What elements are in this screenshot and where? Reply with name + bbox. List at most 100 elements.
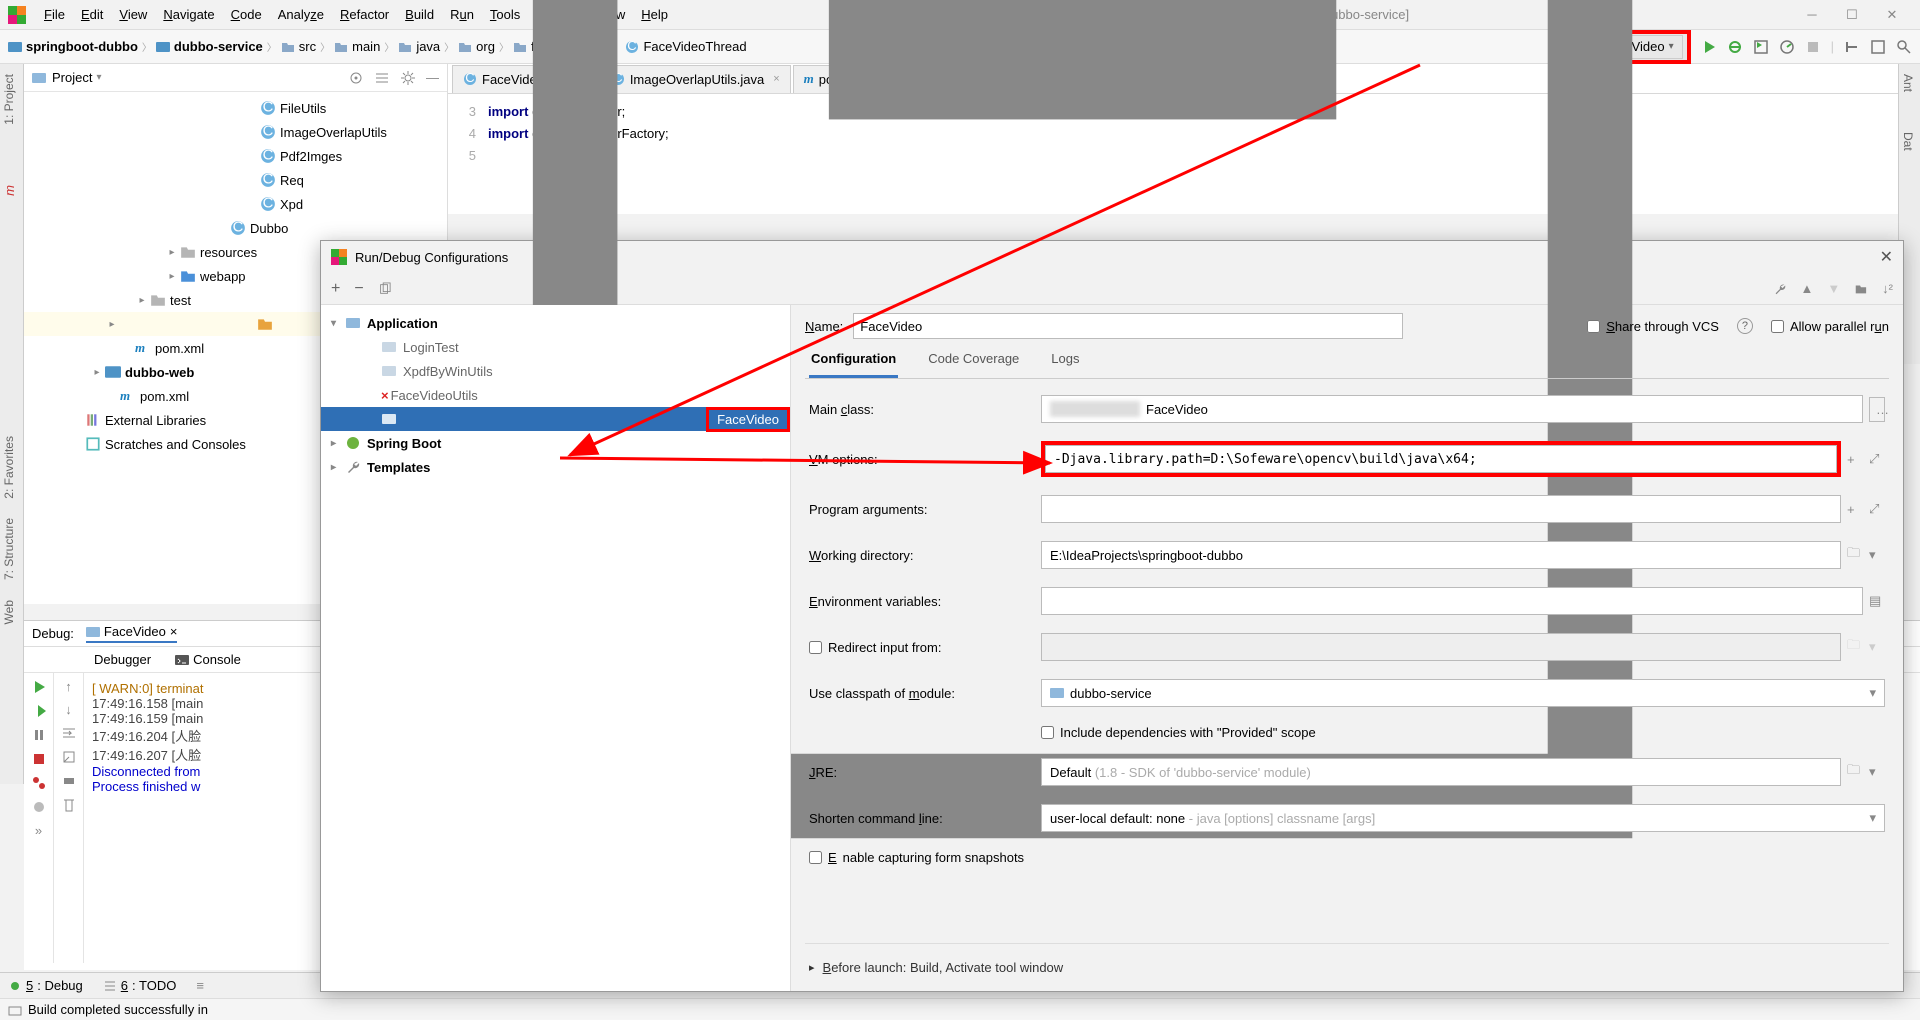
- breadcrumb-item[interactable]: main: [334, 39, 380, 54]
- status-icon[interactable]: [8, 1003, 22, 1017]
- target-icon[interactable]: [348, 70, 364, 86]
- up-icon[interactable]: ↑: [65, 679, 72, 694]
- browse-button[interactable]: …: [1869, 397, 1885, 422]
- print-icon[interactable]: [61, 773, 77, 789]
- maximize-button[interactable]: ☐: [1832, 7, 1872, 23]
- tree-node-application[interactable]: ▾Application: [321, 311, 790, 335]
- breadcrumb-item[interactable]: src: [281, 39, 316, 54]
- debug-tool-tab[interactable]: 5: Debug: [8, 978, 83, 993]
- help-icon[interactable]: ?: [1737, 318, 1753, 334]
- dialog-close-button[interactable]: ✕: [1880, 247, 1893, 267]
- tab-project[interactable]: 1: Project: [0, 64, 18, 135]
- tab-structure[interactable]: 7: Structure: [0, 508, 18, 590]
- tab-database[interactable]: Dat: [1899, 122, 1917, 161]
- redirect-input-checkbox[interactable]: Redirect input from:: [809, 640, 1029, 655]
- tab-ant[interactable]: Ant: [1899, 64, 1917, 102]
- shorten-cmd-select[interactable]: user-local default: none - java [options…: [1041, 804, 1885, 832]
- allow-parallel-checkbox[interactable]: Allow parallel run: [1771, 319, 1889, 334]
- tree-item[interactable]: CPdf2Imges: [24, 144, 447, 168]
- breadcrumb-item[interactable]: dubbo-service: [156, 39, 263, 54]
- sort-icon[interactable]: ↓²: [1882, 281, 1893, 296]
- down-icon[interactable]: ↓: [65, 702, 72, 717]
- config-tree[interactable]: ▾Application LoginTest XpdfByWinUtils ×F…: [321, 305, 791, 991]
- tree-node-templates[interactable]: ▸Templates: [321, 455, 790, 479]
- menu-navigate[interactable]: Navigate: [155, 7, 222, 22]
- layout-icon[interactable]: [1870, 39, 1886, 55]
- debug-config-name[interactable]: FaceVideo: [104, 624, 166, 639]
- close-button[interactable]: ✕: [1872, 7, 1912, 23]
- vm-options-input[interactable]: -Djava.library.path=D:\Sofeware\opencv\b…: [1045, 445, 1837, 473]
- breadcrumb-item[interactable]: springboot-dubbo: [8, 39, 138, 54]
- working-dir-input[interactable]: [1041, 541, 1841, 569]
- mute-breakpoints-icon[interactable]: [31, 799, 47, 815]
- resume-icon[interactable]: [31, 703, 47, 719]
- menu-refactor[interactable]: Refactor: [332, 7, 397, 22]
- remove-icon[interactable]: −: [354, 280, 363, 298]
- tab-web[interactable]: Web: [0, 590, 18, 634]
- wrap-icon[interactable]: [61, 725, 77, 741]
- folder-icon[interactable]: [1854, 281, 1868, 297]
- profile-icon[interactable]: [1779, 39, 1795, 55]
- tree-item[interactable]: CXpd: [24, 192, 447, 216]
- tree-node-springboot[interactable]: ▸Spring Boot: [321, 431, 790, 455]
- menu-analyze[interactable]: Analyze: [270, 7, 332, 22]
- env-vars-input[interactable]: [1041, 587, 1863, 615]
- menu-file[interactable]: File: [36, 7, 73, 22]
- menu-code[interactable]: Code: [223, 7, 270, 22]
- scroll-icon[interactable]: [61, 749, 77, 765]
- tree-item[interactable]: CDubbo: [24, 216, 447, 240]
- up-arrow-icon[interactable]: ▲: [1801, 281, 1814, 296]
- expand-icon[interactable]: ⤢: [1869, 451, 1885, 467]
- tree-item[interactable]: CReq: [24, 168, 447, 192]
- menu-edit[interactable]: Edit: [73, 7, 111, 22]
- bottom-more-icon[interactable]: ≡: [196, 978, 204, 993]
- tree-leaf-facevideo[interactable]: FaceVideo: [321, 407, 790, 431]
- enable-capturing-checkbox[interactable]: Enable capturing form snapshots: [809, 850, 1885, 865]
- name-input[interactable]: [853, 313, 1403, 339]
- vcs-icon[interactable]: [1844, 39, 1860, 55]
- chevron-down-icon[interactable]: ▾: [1869, 764, 1885, 780]
- add-icon[interactable]: +: [331, 280, 340, 298]
- project-panel-title[interactable]: Project: [52, 70, 92, 85]
- chevron-down-icon[interactable]: ▾: [96, 72, 101, 83]
- classpath-select[interactable]: dubbo-service▾: [1041, 679, 1885, 707]
- tab-configuration[interactable]: Configuration: [809, 347, 898, 378]
- view-breakpoints-icon[interactable]: [31, 775, 47, 791]
- folder-icon[interactable]: 🗀: [1847, 761, 1863, 783]
- clear-icon[interactable]: [61, 797, 77, 813]
- stop-icon[interactable]: [1805, 39, 1821, 55]
- down-arrow-icon[interactable]: ▼: [1827, 281, 1840, 296]
- tab-maven[interactable]: m: [0, 175, 19, 206]
- menu-view[interactable]: View: [111, 7, 155, 22]
- share-vcs-checkbox[interactable]: Share through VCS: [1587, 319, 1719, 334]
- wrench-icon[interactable]: [1773, 281, 1787, 297]
- tab-code-coverage[interactable]: Code Coverage: [926, 347, 1021, 378]
- list-icon[interactable]: ▤: [1869, 593, 1885, 609]
- jre-select[interactable]: Default (1.8 - SDK of 'dubbo-service' mo…: [1041, 758, 1841, 786]
- minimize-button[interactable]: ─: [1792, 7, 1832, 22]
- tree-item[interactable]: CImageOverlapUtils: [24, 120, 447, 144]
- tree-item[interactable]: CFileUtils: [24, 96, 447, 120]
- include-provided-checkbox[interactable]: Include dependencies with "Provided" sco…: [1041, 725, 1885, 740]
- before-launch-section[interactable]: ▸ Before launch: Build, Activate tool wi…: [805, 943, 1889, 991]
- add-icon[interactable]: +: [1847, 502, 1863, 517]
- program-args-input[interactable]: [1041, 495, 1841, 523]
- stop-icon[interactable]: [31, 751, 47, 767]
- copy-icon[interactable]: [378, 281, 392, 297]
- todo-tool-tab[interactable]: 6: TODO: [103, 978, 177, 993]
- rerun-icon[interactable]: [31, 679, 47, 695]
- search-everywhere-icon[interactable]: [1896, 39, 1912, 55]
- expand-icon[interactable]: ⤢: [1869, 501, 1885, 517]
- close-icon[interactable]: ×: [170, 624, 178, 639]
- main-class-field[interactable]: FaceVideo: [1041, 395, 1863, 423]
- tree-leaf-xpdf[interactable]: XpdfByWinUtils: [321, 359, 790, 383]
- console-tab[interactable]: Console: [175, 652, 241, 667]
- debugger-tab[interactable]: Debugger: [94, 652, 151, 667]
- tree-leaf-facevideoutils[interactable]: ×FaceVideoUtils: [321, 383, 790, 407]
- add-icon[interactable]: +: [1847, 452, 1863, 467]
- tab-logs[interactable]: Logs: [1049, 347, 1081, 378]
- tree-leaf-logintest[interactable]: LoginTest: [321, 335, 790, 359]
- pause-icon[interactable]: [31, 727, 47, 743]
- folder-icon[interactable]: 🗀: [1847, 544, 1863, 566]
- chevron-down-icon[interactable]: ▾: [1869, 547, 1885, 563]
